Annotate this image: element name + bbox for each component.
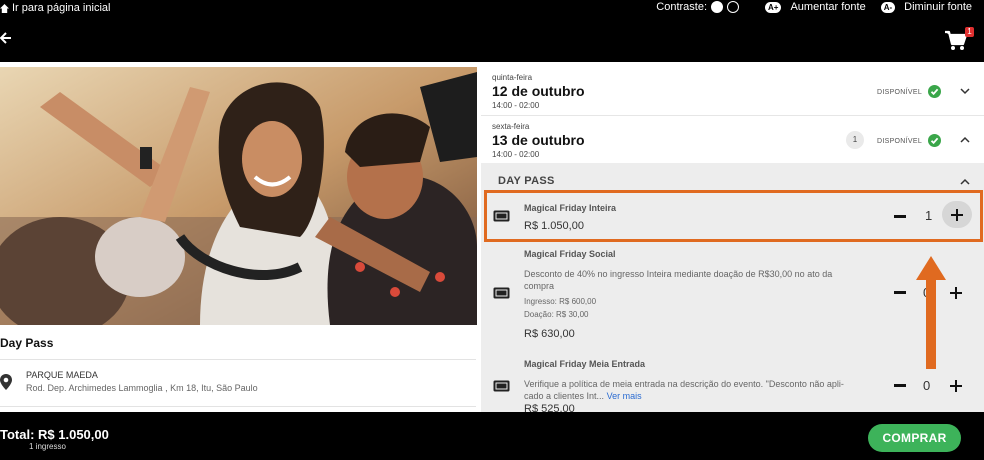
divider [0,359,476,360]
ticket-description: Verifique a política de meia entrada na … [524,378,864,402]
contrast-label: Contraste: [656,1,708,13]
decrease-quantity-button[interactable] [894,384,906,387]
decrease-quantity-button[interactable] [894,215,906,218]
ticket-icon [493,287,510,299]
ticket-description-line: Desconto de 40% no ingresso Inteira medi… [524,269,833,279]
divider [0,406,476,407]
contrast-light-toggle[interactable] [711,1,724,13]
accessibility-bar: Ir para página inicial Contraste: A+ Aum… [0,0,984,17]
location-name: PARQUE MAEDA [26,370,98,380]
ticket-description-line: compra [524,281,555,291]
increase-quantity-button[interactable] [950,287,962,299]
ticket-price: R$ 630,00 [524,328,575,340]
chevron-up-icon[interactable] [959,134,971,146]
ticket-quantity: 0 [923,378,931,393]
ticket-price: R$ 1.050,00 [524,220,584,232]
cart-count-badge: 1 [965,27,974,37]
section-title: DAY PASS [498,175,555,187]
location-address: Rod. Dep. Archimedes Lammoglia , Km 18, … [26,383,258,393]
date-title: 13 de outubro [492,132,585,148]
date-weekday: quinta-feira [492,73,533,82]
ticket-donation: Doação: R$ 30,00 [524,310,589,319]
ticket-name: Magical Friday Social [524,249,616,259]
ticket-item-social: Magical Friday Social Desconto de 40% no… [481,243,984,345]
event-title: Day Pass [0,336,54,350]
decrease-quantity-button[interactable] [894,291,906,294]
header [0,17,984,62]
location-pin-icon [0,374,12,390]
increase-font-button[interactable]: Aumentar fonte [790,1,865,13]
home-link[interactable]: Ir para página inicial [0,2,110,14]
back-arrow-icon[interactable] [0,29,12,49]
home-link-label: Ir para página inicial [12,2,111,14]
ticket-description: Desconto de 40% no ingresso Inteira medi… [524,268,864,292]
check-circle-icon [928,85,941,98]
ticket-quantity: 1 [925,208,933,223]
ticket-description-line: Verifique a política de meia entrada na … [524,379,844,389]
chevron-down-icon[interactable] [959,85,971,97]
availability-label: DISPONÍVEL [877,138,923,145]
ticket-name: Magical Friday Inteira [524,203,617,213]
increase-font-icon[interactable]: A+ [765,1,782,13]
event-info-panel: Day Pass PARQUE MAEDA Rod. Dep. Archimed… [0,62,480,412]
ticket-description-line: cado a clientes Int... [524,391,605,401]
ticket-name: Magical Friday Meia Entrada [524,359,646,369]
ticket-item-meia: Magical Friday Meia Entrada Verifique a … [481,353,984,415]
decrease-font-button[interactable]: Diminuir fonte [904,1,972,13]
contrast-dark-toggle[interactable] [727,1,740,13]
ticket-count: 1 ingresso [29,442,66,451]
buy-button[interactable]: COMPRAR [868,424,961,452]
date-time: 14:00 - 02:00 [492,101,540,110]
ticket-base-price: Ingresso: R$ 600,00 [524,297,597,306]
chevron-up-icon[interactable] [959,176,971,188]
increase-quantity-button[interactable] [950,380,962,392]
date-row-1[interactable]: quinta-feira 12 de outubro 14:00 - 02:00… [481,67,984,116]
home-icon [0,3,9,13]
annotation-arrow-icon [916,256,946,369]
order-total: Total: R$ 1.050,00 [0,427,109,442]
date-weekday: sexta-feira [492,122,530,131]
increase-quantity-button[interactable] [942,201,972,228]
decrease-font-icon[interactable]: A- [880,1,896,13]
plus-icon [951,209,963,221]
date-title: 12 de outubro [492,83,585,99]
see-more-link[interactable]: Ver mais [607,391,642,401]
check-circle-icon [928,134,941,147]
ticket-icon [493,210,510,222]
date-row-2[interactable]: sexta-feira 13 de outubro 14:00 - 02:00 … [481,116,984,165]
ticket-icon [493,380,510,392]
date-time: 14:00 - 02:00 [492,150,540,159]
event-photo [0,67,477,325]
ticket-item-inteira: Magical Friday Inteira R$ 1.050,00 1 [484,190,983,242]
checkout-footer: Total: R$ 1.050,00 1 ingresso COMPRAR [0,412,984,460]
availability-label: DISPONÍVEL [877,89,923,96]
selected-count-badge: 1 [846,131,864,149]
